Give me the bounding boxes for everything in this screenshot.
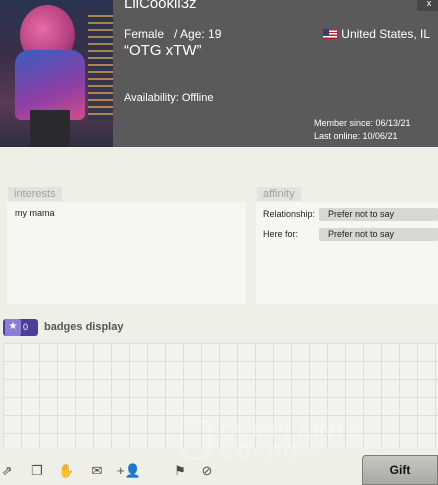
us-flag-icon <box>323 29 338 39</box>
relationship-value: Prefer not to say <box>319 208 438 221</box>
close-button[interactable]: x <box>417 0 438 11</box>
age: / Age: 19 <box>174 27 222 41</box>
badge-count[interactable]: ★ 0 <box>3 319 38 336</box>
affinity-title: affinity <box>257 187 301 201</box>
here-for-value: Prefer not to say <box>319 228 438 241</box>
gender-age: Female / Age: 19 <box>124 27 221 41</box>
affinity-panel: Relationship: Prefer not to say Here for… <box>256 202 438 304</box>
profile-header: LilCookii3z x Female / Age: 19 United St… <box>0 0 438 147</box>
location: United States, IL <box>238 27 438 41</box>
interests-text: my mama <box>15 208 55 218</box>
last-online: Last online: 10/06/21 <box>314 131 398 141</box>
add-friend-icon[interactable]: +👤 <box>117 457 141 485</box>
status-quote: “OTG xTW” <box>124 42 202 59</box>
profile-photo[interactable] <box>0 0 113 147</box>
badges-title: badges display <box>44 321 124 333</box>
gender: Female <box>124 27 165 41</box>
flag-icon[interactable]: ⚑ <box>172 457 188 485</box>
interests-panel: my mama <box>7 202 246 304</box>
watermark-line1: COMPLAINTS <box>220 420 363 442</box>
photo-building <box>88 10 113 120</box>
relationship-label: Relationship: <box>263 209 316 219</box>
thumbs-down-icon[interactable]: ✋ <box>58 457 74 485</box>
interests-title: interests <box>8 187 62 201</box>
block-icon[interactable]: ⊘ <box>199 457 215 485</box>
share-icon[interactable]: ⇗ <box>0 457 14 485</box>
badge-count-number: 0 <box>23 322 29 332</box>
availability: Availability: Offline <box>124 92 214 104</box>
username: LilCookii3z <box>124 0 197 12</box>
mail-icon[interactable]: ✉ <box>88 457 106 485</box>
here-for-label: Here for: <box>263 229 299 239</box>
location-text: United States, IL <box>341 27 430 41</box>
gift-button[interactable]: Gift <box>362 455 438 485</box>
star-icon: ★ <box>5 319 21 336</box>
copy-icon[interactable]: ❐ <box>29 457 45 485</box>
watermark-shield-icon <box>180 420 212 460</box>
photo-legs <box>30 110 70 147</box>
member-since: Member since: 06/13/21 <box>314 118 411 128</box>
